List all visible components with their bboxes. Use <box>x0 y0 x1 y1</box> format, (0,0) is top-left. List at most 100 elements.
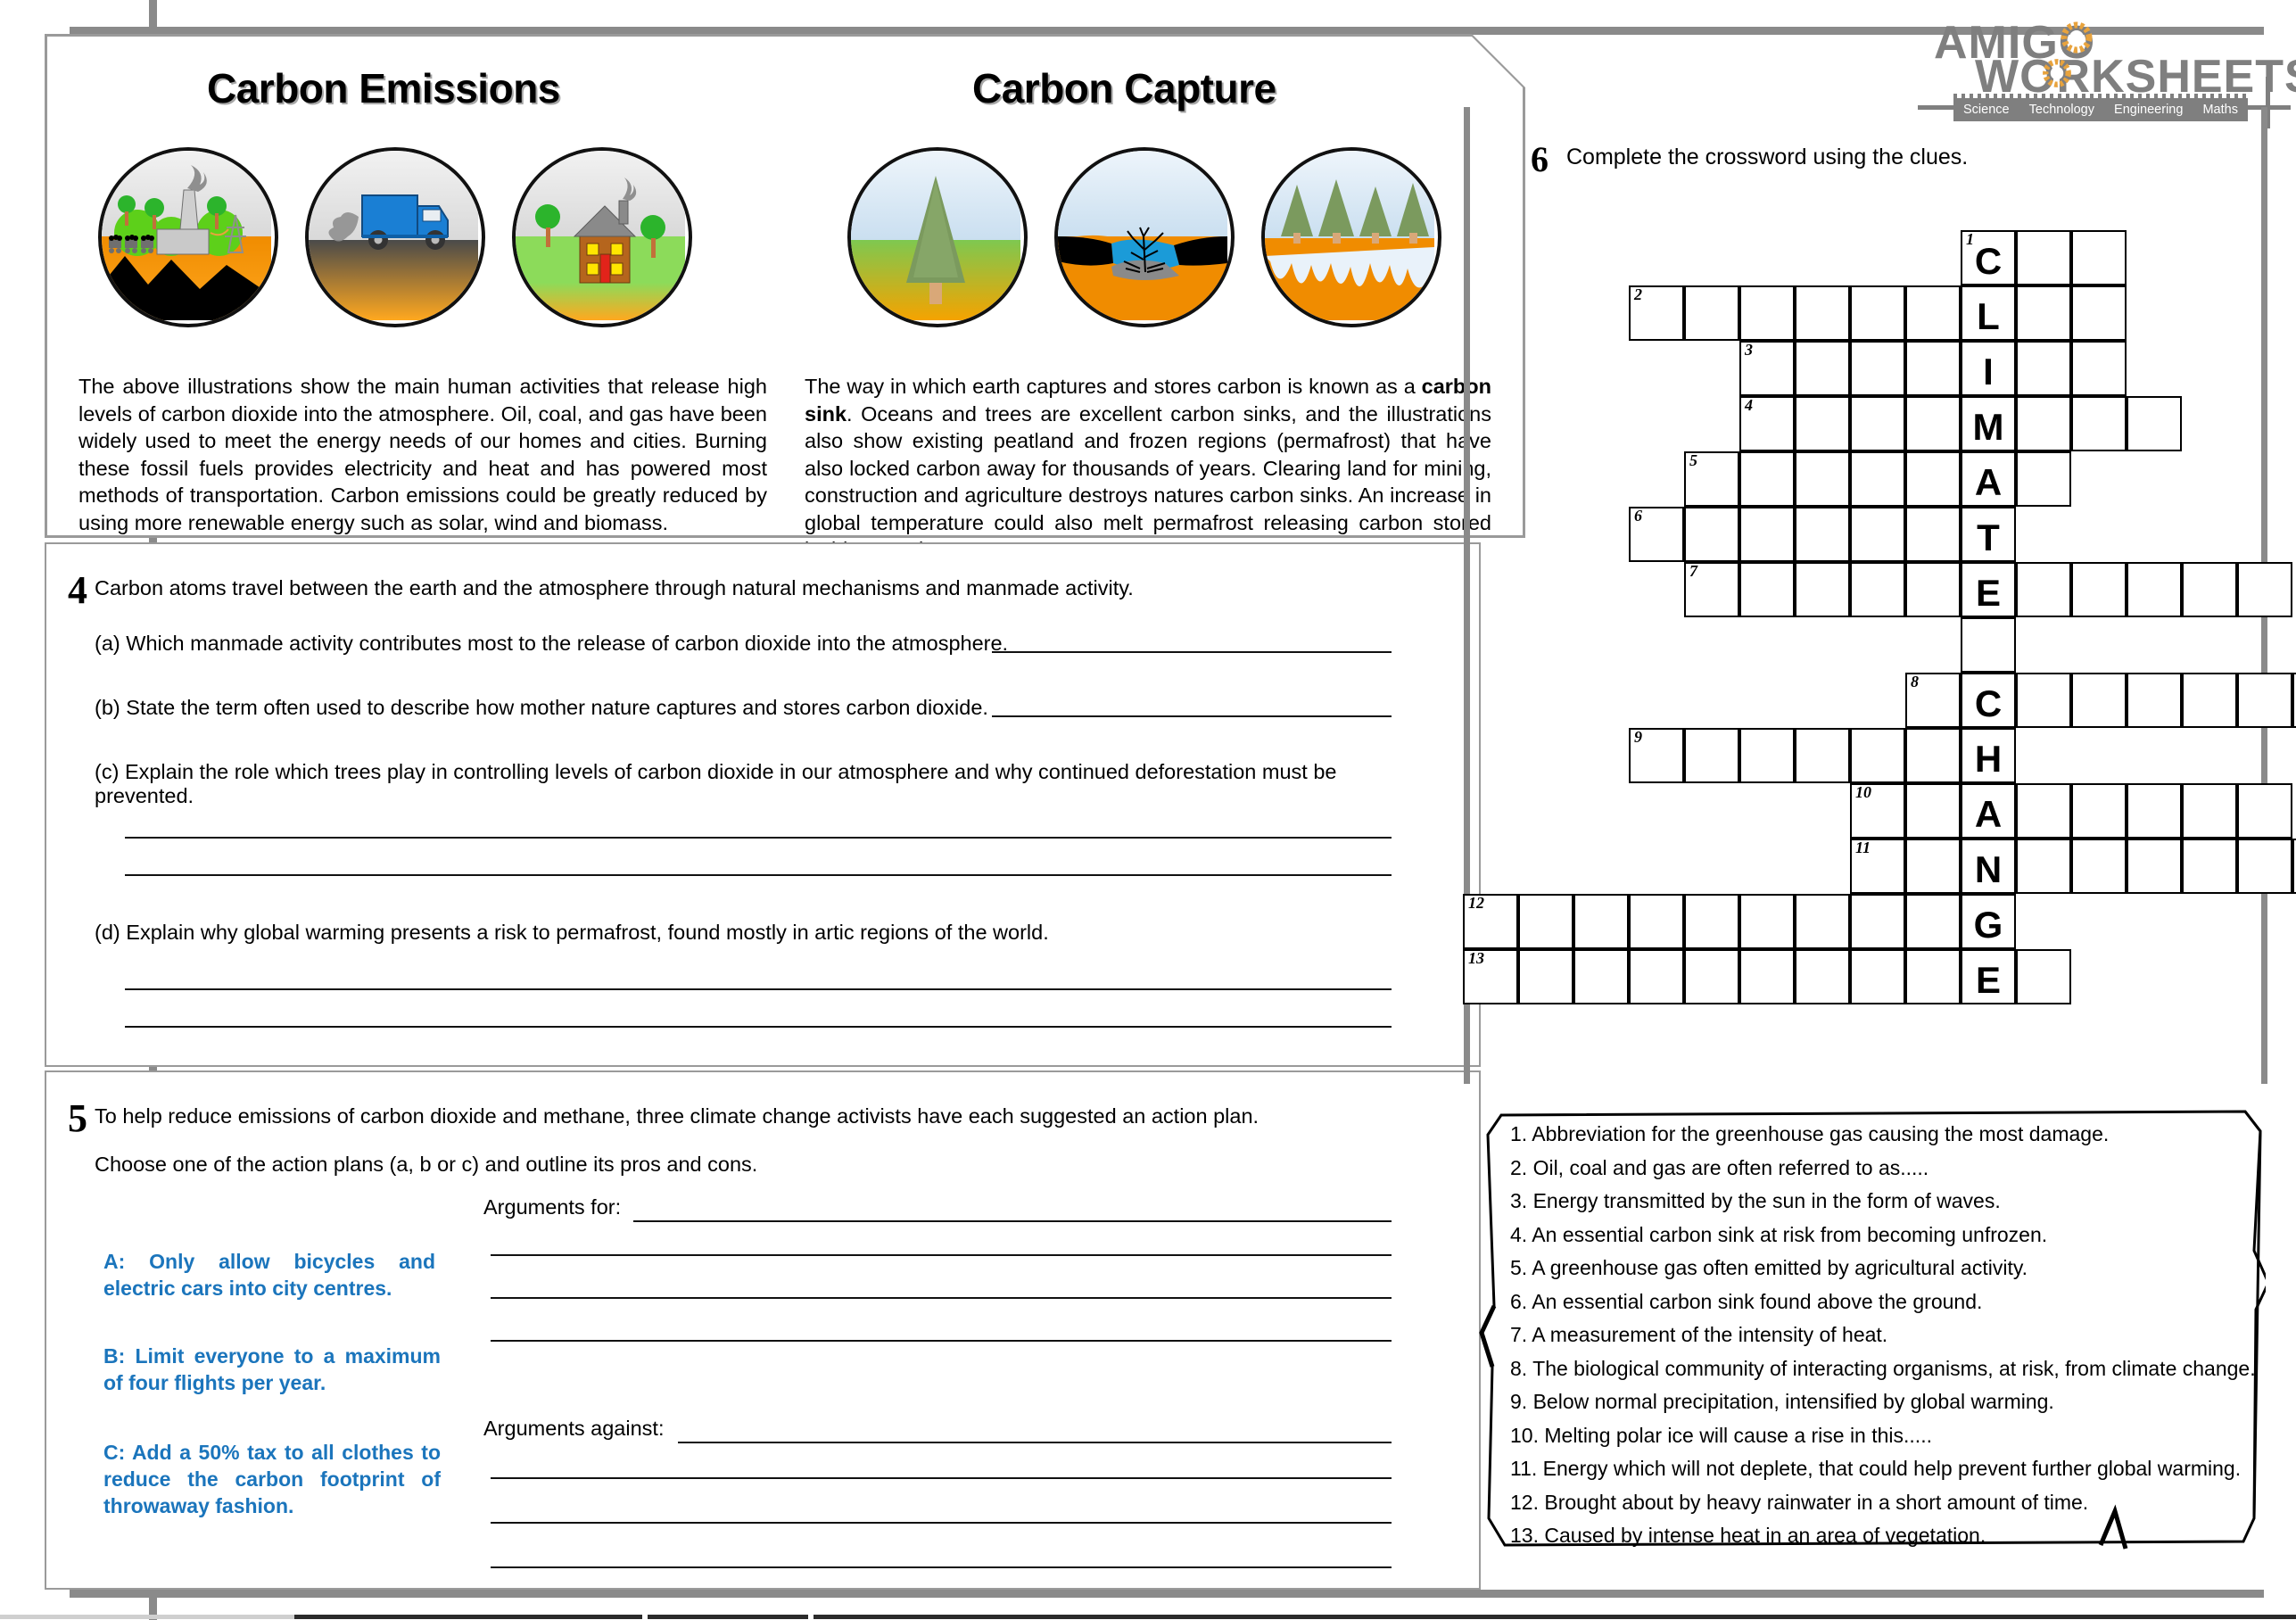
crossword-cell[interactable] <box>2127 673 2182 728</box>
crossword-cell[interactable] <box>1518 894 1573 949</box>
crossword-cell[interactable]: E <box>1961 562 2016 617</box>
crossword-cell[interactable] <box>1905 396 1961 451</box>
crossword-cell[interactable]: H <box>1961 728 2016 783</box>
crossword-cell[interactable] <box>2071 230 2127 285</box>
arguments-for-line-3[interactable] <box>491 1297 1392 1299</box>
crossword-cell[interactable] <box>1795 562 1850 617</box>
crossword-cell[interactable] <box>1905 507 1961 562</box>
crossword-cell[interactable]: L <box>1961 285 2016 341</box>
crossword-cell[interactable]: 11 <box>1850 839 1905 894</box>
crossword-cell[interactable] <box>1629 894 1684 949</box>
crossword-cell[interactable] <box>1905 839 1961 894</box>
crossword-cell[interactable] <box>1573 894 1629 949</box>
crossword-cell[interactable] <box>2237 783 2292 839</box>
crossword-cell[interactable]: 6 <box>1629 507 1684 562</box>
crossword-cell[interactable] <box>1850 894 1905 949</box>
question-4b-answer-line[interactable] <box>992 715 1392 717</box>
crossword-cell[interactable] <box>2016 451 2071 507</box>
crossword-cell[interactable] <box>1795 396 1850 451</box>
crossword-cell[interactable] <box>1850 341 1905 396</box>
crossword-cell[interactable] <box>1905 562 1961 617</box>
crossword-cell[interactable] <box>1795 949 1850 1004</box>
crossword-cell[interactable]: M <box>1961 396 2016 451</box>
arguments-against-line-4[interactable] <box>491 1566 1392 1568</box>
question-4d-answer-line-1[interactable] <box>125 988 1392 990</box>
crossword-cell[interactable]: 4 <box>1739 396 1795 451</box>
arguments-against-line-1[interactable] <box>678 1442 1392 1443</box>
crossword-cell[interactable] <box>1684 949 1739 1004</box>
crossword-cell[interactable] <box>1905 728 1961 783</box>
crossword-cell[interactable]: 12 <box>1463 894 1518 949</box>
crossword-cell[interactable] <box>2292 839 2296 894</box>
crossword-cell[interactable] <box>2016 230 2071 285</box>
crossword-cell[interactable] <box>1905 949 1961 1004</box>
crossword-cell[interactable] <box>1905 783 1961 839</box>
question-4c-answer-line-1[interactable] <box>125 837 1392 839</box>
crossword-cell[interactable] <box>1961 617 2016 673</box>
crossword-cell[interactable] <box>1850 728 1905 783</box>
crossword-cell[interactable] <box>2071 783 2127 839</box>
crossword-cell[interactable]: 2 <box>1629 285 1684 341</box>
crossword-cell[interactable] <box>1739 507 1795 562</box>
crossword-cell[interactable] <box>1905 894 1961 949</box>
crossword-cell[interactable] <box>2016 396 2071 451</box>
crossword-cell[interactable] <box>2127 562 2182 617</box>
crossword-cell[interactable] <box>1905 451 1961 507</box>
crossword-cell[interactable] <box>1739 285 1795 341</box>
arguments-for-line-1[interactable] <box>633 1220 1392 1222</box>
crossword-cell[interactable] <box>2182 562 2237 617</box>
crossword-cell[interactable] <box>1684 507 1739 562</box>
crossword-cell[interactable] <box>2182 783 2237 839</box>
crossword-cell[interactable] <box>1795 341 1850 396</box>
crossword-cell[interactable] <box>2127 839 2182 894</box>
crossword-cell[interactable]: A <box>1961 783 2016 839</box>
crossword-cell[interactable]: 1C <box>1961 230 2016 285</box>
crossword-cell[interactable] <box>2182 673 2237 728</box>
crossword-cell[interactable] <box>1573 949 1629 1004</box>
crossword-cell[interactable] <box>2071 285 2127 341</box>
crossword-cell[interactable] <box>2237 673 2292 728</box>
crossword-cell[interactable] <box>2237 562 2292 617</box>
crossword-cell[interactable] <box>2016 783 2071 839</box>
crossword-cell[interactable]: 3 <box>1739 341 1795 396</box>
crossword-cell[interactable] <box>1905 285 1961 341</box>
crossword-cell[interactable]: 10 <box>1850 783 1905 839</box>
crossword-cell[interactable] <box>1905 341 1961 396</box>
crossword-cell[interactable] <box>2016 949 2071 1004</box>
crossword-cell[interactable] <box>1739 728 1795 783</box>
crossword-cell[interactable] <box>1850 949 1905 1004</box>
question-4d-answer-line-2[interactable] <box>125 1026 1392 1028</box>
arguments-against-line-3[interactable] <box>491 1522 1392 1524</box>
arguments-for-line-2[interactable] <box>491 1254 1392 1256</box>
crossword-cell[interactable] <box>1795 728 1850 783</box>
crossword-cell[interactable]: 7 <box>1684 562 1739 617</box>
crossword-cell[interactable] <box>2016 562 2071 617</box>
crossword-cell[interactable] <box>1795 451 1850 507</box>
crossword-cell[interactable]: N <box>1961 839 2016 894</box>
crossword-cell[interactable] <box>1739 562 1795 617</box>
crossword-cell[interactable] <box>2292 673 2296 728</box>
crossword-cell[interactable]: 9 <box>1629 728 1684 783</box>
crossword-cell[interactable] <box>1850 451 1905 507</box>
crossword-cell[interactable]: G <box>1961 894 2016 949</box>
question-4a-answer-line[interactable] <box>992 651 1392 653</box>
crossword-cell[interactable] <box>2127 783 2182 839</box>
crossword-cell[interactable] <box>2071 673 2127 728</box>
crossword-cell[interactable] <box>2237 839 2292 894</box>
crossword-cell[interactable] <box>1850 285 1905 341</box>
arguments-for-line-4[interactable] <box>491 1340 1392 1342</box>
crossword-cell[interactable] <box>1518 949 1573 1004</box>
crossword-cell[interactable] <box>2071 396 2127 451</box>
crossword-cell[interactable] <box>2016 673 2071 728</box>
crossword-cell[interactable] <box>1795 507 1850 562</box>
crossword-cell[interactable] <box>1850 562 1905 617</box>
crossword-cell[interactable] <box>1739 451 1795 507</box>
crossword-cell[interactable] <box>2016 285 2071 341</box>
crossword-cell[interactable] <box>1795 894 1850 949</box>
crossword-cell[interactable] <box>1739 949 1795 1004</box>
crossword-cell[interactable]: 13 <box>1463 949 1518 1004</box>
crossword-cell[interactable] <box>1684 728 1739 783</box>
crossword-cell[interactable] <box>1795 285 1850 341</box>
crossword-cell[interactable] <box>2016 341 2071 396</box>
crossword-cell[interactable]: I <box>1961 341 2016 396</box>
